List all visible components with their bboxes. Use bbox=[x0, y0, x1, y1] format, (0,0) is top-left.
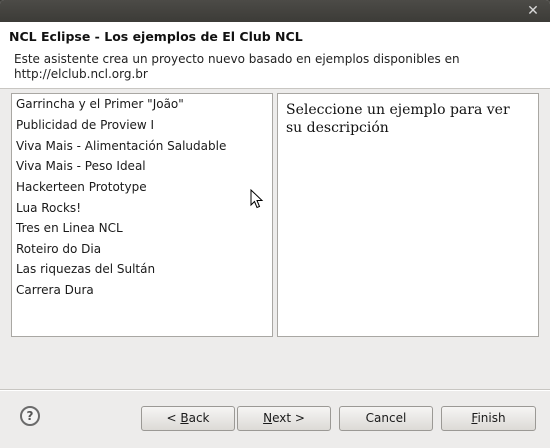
description-text: Seleccione un ejemplo para ver su descri… bbox=[286, 102, 510, 136]
back-button[interactable]: < Back bbox=[141, 406, 235, 431]
list-item[interactable]: Las riquezas del Sultán bbox=[16, 260, 155, 278]
list-item[interactable]: Roteiro do Dia bbox=[16, 240, 101, 258]
help-icon[interactable]: ? bbox=[20, 406, 40, 426]
list-item[interactable]: Publicidad de Proview I bbox=[16, 116, 154, 134]
title-bar: ✕ bbox=[0, 0, 550, 22]
list-item[interactable]: Hackerteen Prototype bbox=[16, 178, 147, 196]
footer-separator bbox=[0, 389, 550, 391]
finish-button[interactable]: Finish bbox=[441, 406, 536, 431]
list-item[interactable]: Lua Rocks! bbox=[16, 199, 81, 217]
back-mnemonic: B bbox=[180, 411, 189, 425]
wizard-banner: NCL Eclipse - Los ejemplos de El Club NC… bbox=[0, 22, 550, 89]
wizard-title: NCL Eclipse - Los ejemplos de El Club NC… bbox=[9, 29, 303, 44]
wizard-window: ✕ NCL Eclipse - Los ejemplos de El Club … bbox=[0, 0, 550, 448]
examples-list[interactable]: Garrincha y el Primer "João" Publicidad … bbox=[11, 93, 273, 337]
cancel-button[interactable]: Cancel bbox=[339, 406, 433, 431]
mouse-pointer-icon bbox=[250, 189, 264, 209]
next-mnemonic: N bbox=[263, 411, 273, 425]
list-item[interactable]: Viva Mais - Alimentación Saludable bbox=[16, 137, 226, 155]
close-icon[interactable]: ✕ bbox=[524, 2, 542, 20]
list-item[interactable]: Carrera Dura bbox=[16, 281, 94, 299]
description-panel: Seleccione un ejemplo para ver su descri… bbox=[277, 93, 539, 337]
wizard-description: Este asistente crea un proyecto nuevo ba… bbox=[14, 52, 460, 81]
list-item[interactable]: Garrincha y el Primer "João" bbox=[16, 95, 184, 113]
list-item[interactable]: Viva Mais - Peso Ideal bbox=[16, 157, 146, 175]
next-button[interactable]: Next > bbox=[237, 406, 331, 431]
list-item[interactable]: Tres en Linea NCL bbox=[16, 219, 123, 237]
